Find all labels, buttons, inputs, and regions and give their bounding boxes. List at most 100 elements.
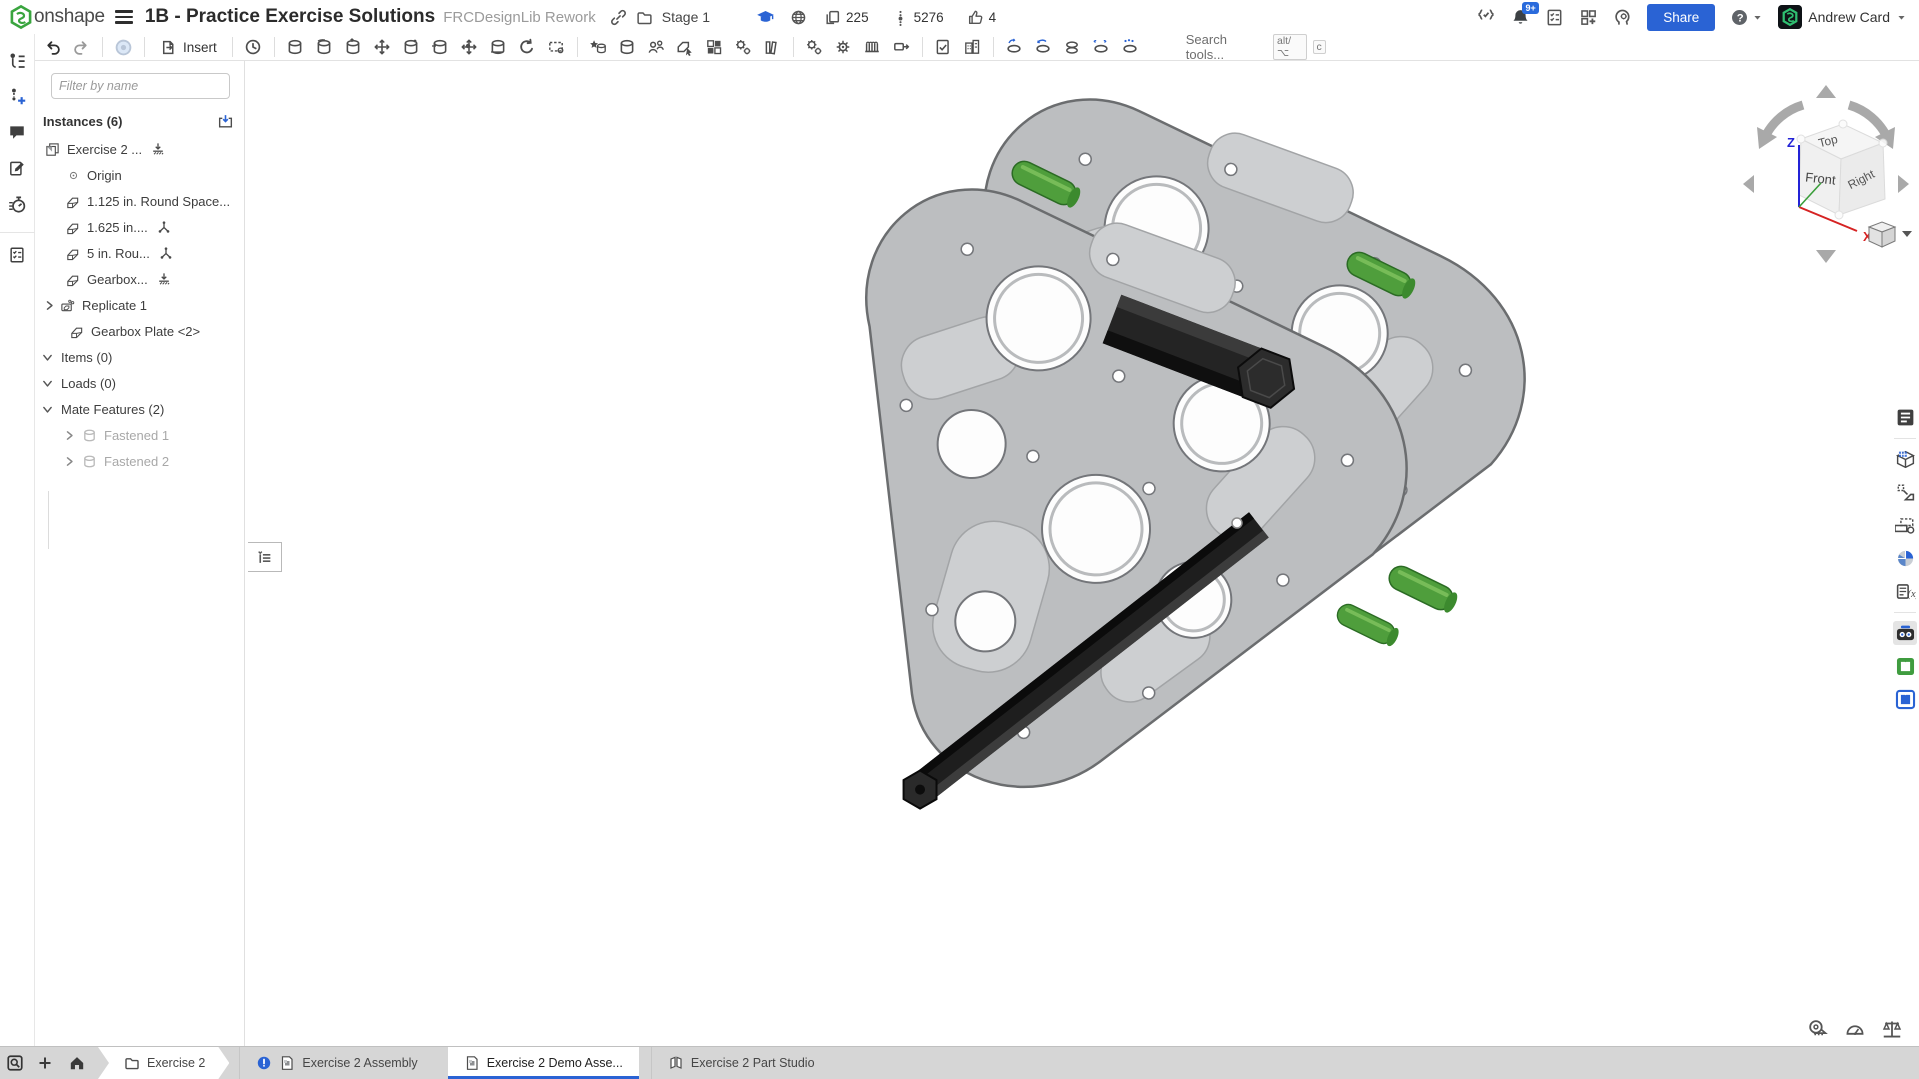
- document-title[interactable]: 1B - Practice Exercise Solutions: [145, 6, 435, 28]
- tree-item-part[interactable]: 1.625 in....: [35, 214, 244, 240]
- tree-panel-handle[interactable]: [248, 542, 282, 572]
- tree-item-part[interactable]: Gearbox...: [35, 266, 244, 292]
- rotate-ccw-arrow[interactable]: [1765, 105, 1803, 137]
- view-cube-front-label[interactable]: Front: [1805, 169, 1837, 187]
- search-tools[interactable]: Search tools... alt/⌥c: [1180, 36, 1332, 58]
- dev-braces-icon[interactable]: [1476, 7, 1496, 27]
- configuration-panel-icon[interactable]: [1893, 579, 1917, 603]
- release-tasks-icon[interactable]: [1545, 8, 1564, 27]
- tree-item-part[interactable]: 1.125 in. Round Space...: [35, 188, 244, 214]
- feature-list-panel-icon[interactable]: [1893, 405, 1917, 429]
- versions-history-icon[interactable]: [5, 48, 29, 72]
- insert-instance-icon[interactable]: [217, 113, 234, 130]
- named-positions-icon[interactable]: [1030, 35, 1057, 59]
- rotate-left-arrow[interactable]: [1743, 175, 1754, 193]
- 3d-viewport[interactable]: Top Front Right Z X: [246, 61, 1919, 1046]
- standard-content-icon[interactable]: [759, 35, 786, 59]
- rack-icon[interactable]: [859, 35, 886, 59]
- mate-point-marker[interactable]: [1232, 518, 1242, 528]
- insert-button[interactable]: Insert: [152, 35, 225, 59]
- parallel-mate-icon[interactable]: [485, 35, 512, 59]
- protractor-icon[interactable]: [1844, 1018, 1866, 1040]
- release-notes-icon[interactable]: [5, 156, 29, 180]
- chevron-right-icon[interactable]: [43, 299, 56, 312]
- mate-time-icon[interactable]: [240, 35, 267, 59]
- tab-manager-icon[interactable]: [0, 1047, 30, 1079]
- view-mode-cube-button[interactable]: [1869, 222, 1912, 247]
- exploded-view-icon[interactable]: [1001, 35, 1028, 59]
- instances-header[interactable]: Instances (6): [35, 109, 244, 136]
- slider-mate-icon[interactable]: [340, 35, 367, 59]
- chevron-right-icon[interactable]: [63, 455, 76, 468]
- filter-input[interactable]: [51, 73, 230, 99]
- section-items[interactable]: Items (0): [35, 344, 244, 370]
- tag-icon[interactable]: [888, 35, 915, 59]
- tab-exercise2-demo-assembly[interactable]: Exercise 2 Demo Asse...: [448, 1047, 639, 1079]
- chevron-down-icon[interactable]: [41, 377, 54, 390]
- mass-properties-icon[interactable]: [1881, 1018, 1903, 1040]
- onshape-logo-icon[interactable]: [8, 4, 34, 30]
- views-stat[interactable]: 5276: [892, 9, 944, 26]
- gear-icon[interactable]: [830, 35, 857, 59]
- chevron-right-icon[interactable]: [63, 429, 76, 442]
- pattern-icon[interactable]: [701, 35, 728, 59]
- tree-item-part[interactable]: 5 in. Rou...: [35, 240, 244, 266]
- redo-button[interactable]: [68, 35, 95, 59]
- replicate-tool-icon[interactable]: [730, 35, 757, 59]
- revolute-mate-icon[interactable]: [311, 35, 338, 59]
- named-mate-icon[interactable]: [614, 35, 641, 59]
- notifications-button[interactable]: 9+: [1511, 8, 1530, 27]
- manage-people-icon[interactable]: [643, 35, 670, 59]
- snapshot-icon[interactable]: [1117, 35, 1144, 59]
- animate-icon[interactable]: [1059, 35, 1086, 59]
- appearance-panel-icon[interactable]: [1893, 546, 1917, 570]
- blue-library-app-icon[interactable]: [1893, 687, 1917, 711]
- tree-item-part[interactable]: Gearbox Plate <2>: [35, 318, 244, 344]
- tree-item-assembly-root[interactable]: Exercise 2 ...: [35, 136, 244, 162]
- help-menu[interactable]: [1730, 8, 1763, 27]
- tab-folder-exercise2[interactable]: Exercise 2: [98, 1047, 229, 1079]
- home-tab-icon[interactable]: [60, 1047, 94, 1079]
- rotate-down-arrow[interactable]: [1816, 250, 1836, 263]
- chevron-down-icon[interactable]: [41, 351, 54, 364]
- section-mate-features[interactable]: Mate Features (2): [35, 396, 244, 422]
- gear-tools-icon[interactable]: [801, 35, 828, 59]
- section-loads[interactable]: Loads (0): [35, 370, 244, 396]
- group-icon[interactable]: [585, 35, 612, 59]
- app-store-icon[interactable]: [1579, 8, 1598, 27]
- likes-stat[interactable]: 4: [967, 9, 997, 26]
- fastened-mate-icon[interactable]: [282, 35, 309, 59]
- assembly-model[interactable]: [246, 61, 1919, 1046]
- share-button[interactable]: Share: [1647, 4, 1715, 31]
- drawing-icon[interactable]: [930, 35, 957, 59]
- rotate-right-arrow[interactable]: [1898, 175, 1909, 193]
- history-timer-icon[interactable]: [5, 192, 29, 216]
- tangent-mate-icon[interactable]: [514, 35, 541, 59]
- tab-exercise2-assembly[interactable]: Exercise 2 Assembly: [239, 1047, 433, 1079]
- mate-connector-icon[interactable]: [543, 35, 570, 59]
- section-view-panel-icon[interactable]: [1893, 513, 1917, 537]
- main-menu-icon[interactable]: [115, 10, 133, 24]
- learning-center-icon[interactable]: [1613, 8, 1632, 27]
- pin-slot-mate-icon[interactable]: [427, 35, 454, 59]
- tab-exercise2-part-studio[interactable]: Exercise 2 Part Studio: [651, 1047, 831, 1079]
- mate-feature-fastened[interactable]: Fastened 1: [35, 422, 244, 448]
- transform-panel-icon[interactable]: [1893, 480, 1917, 504]
- tree-item-origin[interactable]: Origin: [35, 162, 244, 188]
- cylindrical-mate-icon[interactable]: [398, 35, 425, 59]
- view-cube[interactable]: Top Front Right Z X: [1737, 79, 1915, 267]
- robot-app-icon[interactable]: [1893, 621, 1917, 645]
- green-library-app-icon[interactable]: [1893, 654, 1917, 678]
- tasks-checklist-icon[interactable]: [5, 243, 29, 267]
- comments-icon[interactable]: [5, 120, 29, 144]
- display-states-icon[interactable]: [1088, 35, 1115, 59]
- link-icon[interactable]: [610, 9, 627, 26]
- tape-measure-icon[interactable]: [1807, 1018, 1829, 1040]
- user-menu[interactable]: Andrew Card: [1778, 5, 1907, 29]
- rotate-up-arrow[interactable]: [1816, 85, 1836, 98]
- version-label[interactable]: Stage 1: [662, 9, 710, 25]
- bom-panel-icon[interactable]: [1893, 447, 1917, 471]
- in-context-edit-icon[interactable]: [672, 35, 699, 59]
- create-version-icon[interactable]: [5, 84, 29, 108]
- new-tab-button[interactable]: [30, 1047, 60, 1079]
